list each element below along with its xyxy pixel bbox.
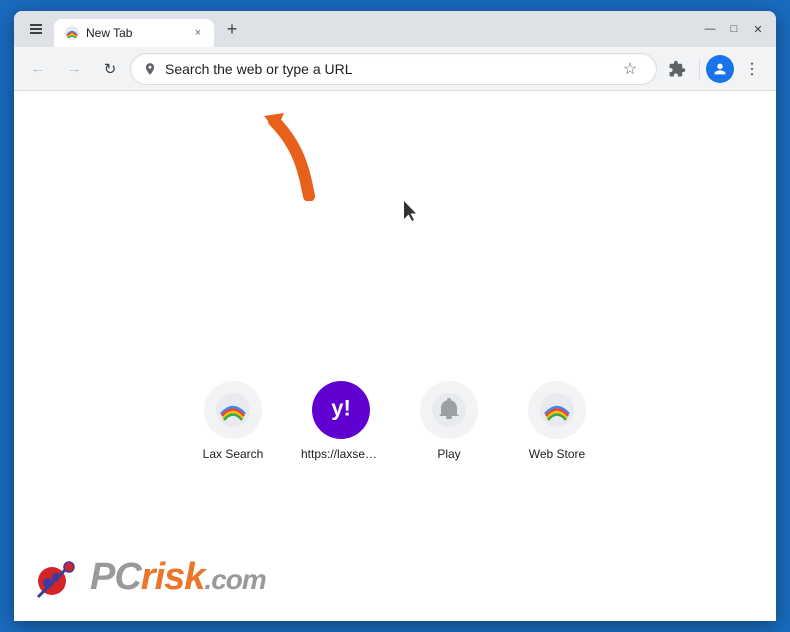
tab-list-button[interactable]	[22, 15, 50, 43]
pcrisk-logo-icon	[34, 553, 82, 601]
shortcut-icon-play	[420, 381, 478, 439]
shortcut-lax-search[interactable]: Lax Search	[193, 381, 273, 461]
shortcut-label-lax-search: Lax Search	[203, 447, 264, 461]
pcrisk-text: PCrisk.com	[90, 556, 266, 599]
watermark-risk: risk	[141, 556, 205, 598]
profile-button[interactable]	[706, 55, 734, 83]
shortcut-play[interactable]: Play	[409, 381, 489, 461]
address-input[interactable]	[165, 61, 608, 77]
shortcut-label-laxsea: https://laxsea...	[301, 447, 381, 461]
shortcut-icon-lax-search	[204, 381, 262, 439]
maximize-button[interactable]: □	[724, 19, 744, 39]
new-tab-button[interactable]: +	[218, 15, 246, 43]
shortcut-label-web-store: Web Store	[529, 447, 585, 461]
menu-button[interactable]	[736, 53, 768, 85]
title-bar: New Tab × + — □ ✕	[14, 11, 776, 47]
nav-divider	[699, 59, 700, 79]
page-content: Lax Search y! https://laxsea...	[14, 91, 776, 621]
address-bar[interactable]: ☆	[130, 53, 657, 85]
refresh-button[interactable]: ↻	[94, 53, 126, 85]
shortcut-web-store[interactable]: Web Store	[517, 381, 597, 461]
nav-bar: ← → ↻ ☆	[14, 47, 776, 91]
forward-button[interactable]: →	[58, 53, 90, 85]
extensions-button[interactable]	[661, 53, 693, 85]
shortcut-icon-laxsea: y!	[312, 381, 370, 439]
shortcuts-section: Lax Search y! https://laxsea...	[193, 381, 597, 461]
shortcut-icon-web-store	[528, 381, 586, 439]
shortcut-laxsea[interactable]: y! https://laxsea...	[301, 381, 381, 461]
close-button[interactable]: ✕	[748, 19, 768, 39]
shortcut-label-play: Play	[437, 447, 460, 461]
svg-text:y!: y!	[331, 395, 351, 420]
active-tab[interactable]: New Tab ×	[54, 19, 214, 47]
tab-favicon	[64, 25, 80, 41]
address-icon	[143, 62, 157, 76]
minimize-button[interactable]: —	[700, 19, 720, 39]
watermark: PCrisk.com	[34, 553, 266, 601]
browser-window: New Tab × + — □ ✕ ← → ↻ ☆	[14, 11, 776, 621]
window-controls: — □ ✕	[700, 19, 768, 39]
watermark-com: .com	[204, 564, 265, 595]
watermark-pc: PC	[90, 556, 141, 598]
tab-close-button[interactable]: ×	[190, 25, 206, 41]
tab-title: New Tab	[86, 26, 184, 40]
cursor-indicator	[404, 201, 420, 226]
nav-right-icons	[661, 53, 768, 85]
back-button[interactable]: ←	[22, 53, 54, 85]
bookmark-button[interactable]: ☆	[616, 55, 644, 83]
